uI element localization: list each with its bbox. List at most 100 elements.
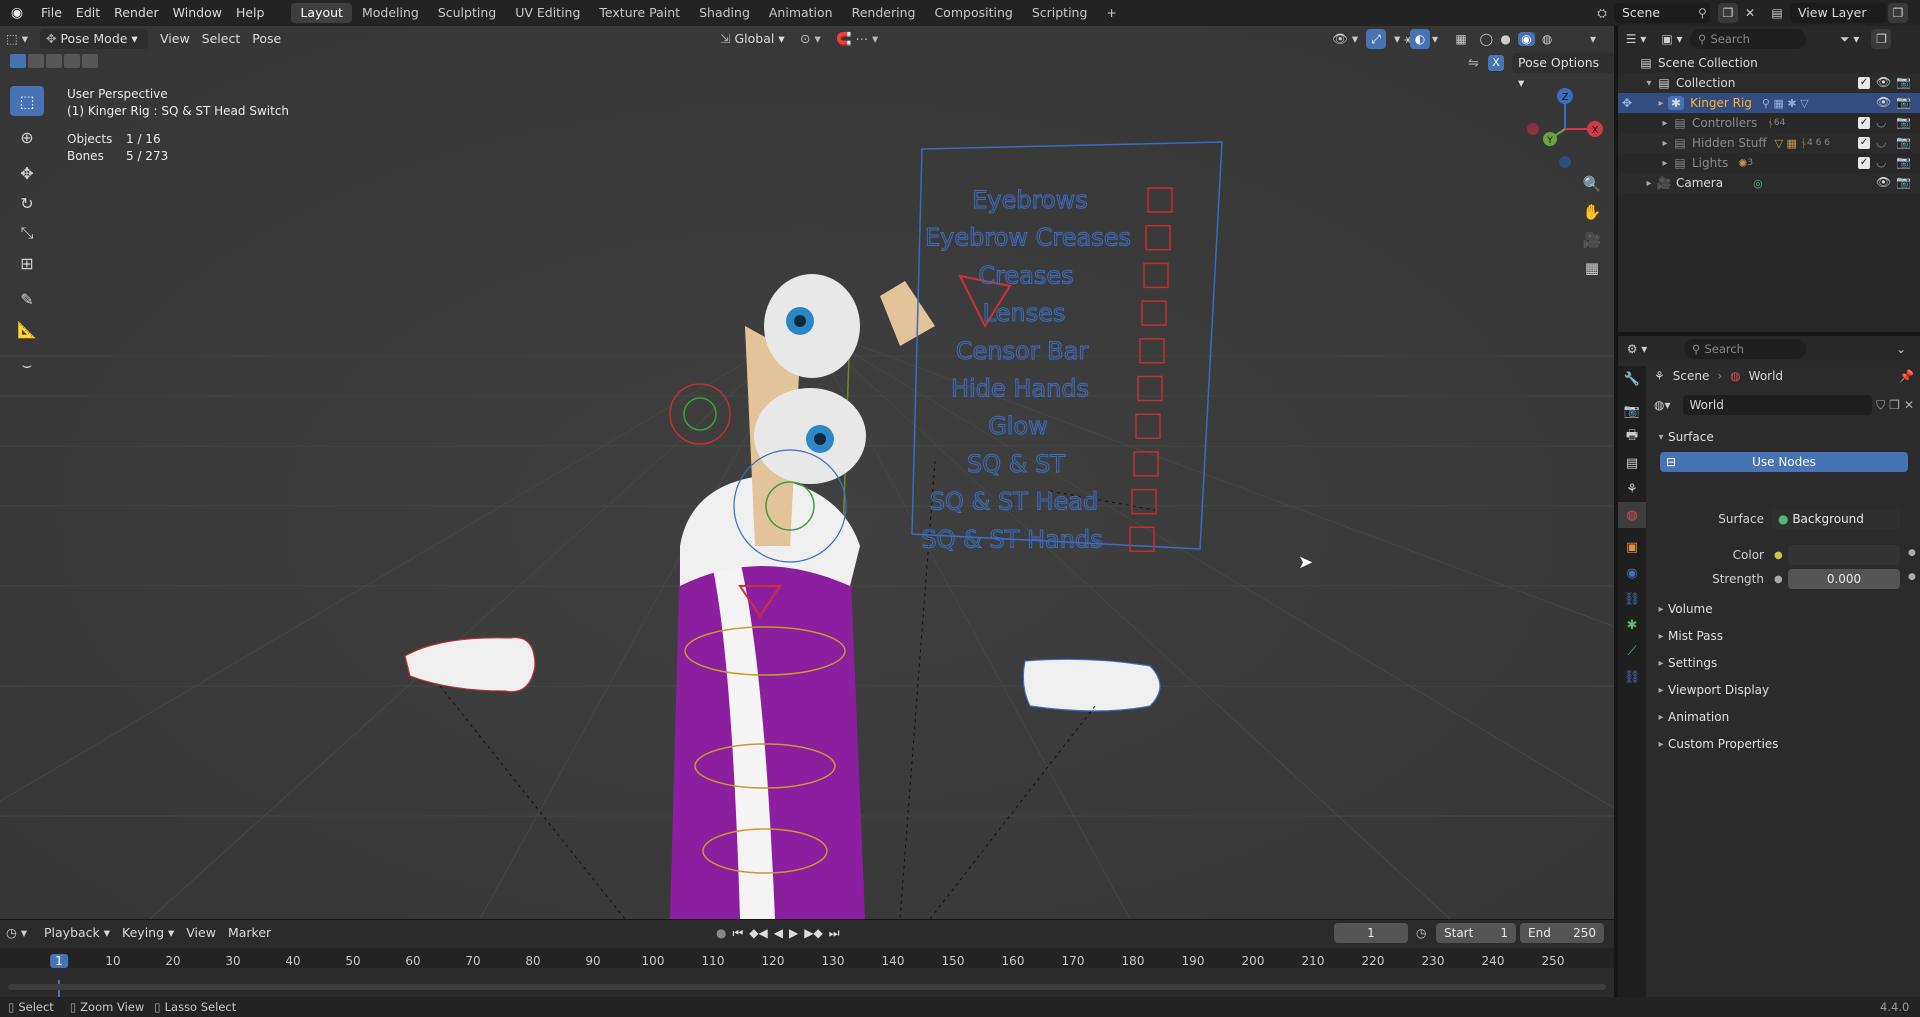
visibility-icon[interactable]: 👁 ▾	[1326, 29, 1364, 49]
new-collection-icon[interactable]: ❐	[1871, 29, 1892, 49]
zoom-icon[interactable]: 🔍	[1578, 170, 1606, 198]
camera-view-icon[interactable]: 🎥	[1578, 226, 1606, 254]
pose-options-dropdown[interactable]: Pose Options ▾	[1512, 53, 1614, 90]
area-divider-vertical[interactable]	[1614, 26, 1618, 997]
view-layer-selector[interactable]: View Layer	[1790, 3, 1886, 23]
kinger-rig-render-icon[interactable]: 📷	[1896, 95, 1911, 109]
tab-bone-constraints-icon[interactable]: ⛓	[1618, 664, 1646, 690]
transform-tool-icon[interactable]: ⊞	[10, 248, 44, 278]
panel-volume[interactable]: ▸ Volume	[1654, 598, 1910, 620]
select-invert-icon[interactable]	[64, 54, 80, 68]
properties-editor[interactable]: ⚙ ▾ ⚲ Search ⌄ 🔧 📷 🖶 ▤ ⚘ ◍ ▣ ◉ ⛓ ✱ ⟋ ⛓ ⚘…	[1618, 336, 1920, 997]
panel-animation[interactable]: ▸ Animation	[1654, 706, 1910, 728]
tab-layout[interactable]: Layout	[291, 3, 352, 23]
scene-selector[interactable]: Scene	[1614, 3, 1710, 23]
lights-visibility-icon[interactable]: ◡	[1876, 155, 1886, 169]
tab-object-icon[interactable]: ▣	[1618, 534, 1646, 560]
overlays-dropdown-icon[interactable]: ▾	[1432, 29, 1444, 49]
tab-compositing[interactable]: Compositing	[925, 3, 1021, 23]
controllers-render-icon[interactable]: 📷	[1896, 115, 1911, 129]
bone-relax-tool-icon[interactable]: ⌣	[10, 350, 44, 380]
new-view-layer-icon[interactable]: ❐	[1888, 3, 1908, 23]
collection-exclude-checkbox[interactable]: ✓	[1858, 77, 1870, 89]
tab-sculpting[interactable]: Sculpting	[429, 3, 505, 23]
tab-output-icon[interactable]: 🖶	[1618, 424, 1646, 450]
hidden-stuff-visibility-icon[interactable]: ◡	[1876, 135, 1886, 149]
controllers-visibility-icon[interactable]: ◡	[1876, 115, 1886, 129]
collection-chevron-icon[interactable]: ▾	[1642, 78, 1656, 89]
surface-shader-selector[interactable]: ● Background	[1772, 509, 1900, 529]
select-intersect-icon[interactable]	[82, 54, 98, 68]
kinger-rig-chevron-icon[interactable]: ▸	[1654, 98, 1668, 109]
menu-edit[interactable]: Edit	[69, 0, 107, 26]
lights-chevron-icon[interactable]: ▸	[1658, 158, 1672, 169]
editor-type-icon[interactable]: ⬚ ▾	[0, 29, 40, 49]
outliner-row-scene-collection[interactable]: ▤ Scene Collection	[1618, 53, 1920, 73]
outliner-row-controllers[interactable]: ▸ ▤ Controllers ᚾ 64 ✓ ◡ 📷	[1618, 113, 1920, 133]
measure-tool-icon[interactable]: 📐	[10, 314, 44, 344]
properties-editor-icon[interactable]: ⚙ ▾	[1618, 342, 1656, 356]
tab-modeling[interactable]: Modeling	[353, 3, 428, 23]
properties-search[interactable]: ⚲ Search	[1684, 339, 1806, 359]
panel-settings[interactable]: ▸ Settings	[1654, 652, 1910, 674]
display-mode-icon[interactable]: ▣ ▾	[1654, 32, 1690, 46]
new-world-icon[interactable]: ❐	[1889, 398, 1900, 412]
camera-render-icon[interactable]: 📷	[1896, 175, 1911, 189]
timeline[interactable]: ◷ ▾ Playback ▾ Keying ▾ View Marker ● ⏮ …	[0, 919, 1614, 998]
move-tool-icon[interactable]: ✥	[10, 158, 44, 188]
world-name-field[interactable]: World	[1683, 395, 1873, 415]
xray-icon[interactable]: ▦	[1450, 29, 1472, 49]
perspective-toggle-icon[interactable]: ▦	[1578, 254, 1606, 282]
menu-file[interactable]: File	[34, 0, 69, 26]
tab-texture-paint[interactable]: Texture Paint	[590, 3, 689, 23]
scale-tool-icon[interactable]: ⤡	[10, 218, 44, 248]
collection-visibility-icon[interactable]: 👁	[1876, 75, 1891, 89]
filter-icon[interactable]: ⏷ ▾	[1840, 32, 1859, 47]
cursor-tool-icon[interactable]: ⊕	[10, 122, 44, 152]
controllers-chevron-icon[interactable]: ▸	[1658, 118, 1672, 129]
tab-render-icon[interactable]: 📷	[1618, 398, 1646, 424]
strength-keyframe-icon[interactable]: ●	[1908, 572, 1916, 582]
tab-physics-icon[interactable]: ◉	[1618, 560, 1646, 586]
area-divider-horizontal[interactable]	[1618, 332, 1920, 336]
camera-chevron-icon[interactable]: ▸	[1642, 178, 1656, 189]
viewport-menu-pose[interactable]: Pose	[246, 29, 287, 49]
tab-animation[interactable]: Animation	[760, 3, 842, 23]
camera-visibility-icon[interactable]: 👁	[1876, 175, 1891, 189]
outliner-row-hidden-stuff[interactable]: ▸ ▤ Hidden Stuff ▽ ▦ ᚾ 4 6 6 ✓ ◡ 📷	[1618, 133, 1920, 153]
select-extend-icon[interactable]	[28, 54, 44, 68]
outliner-editor-icon[interactable]: ☰ ▾	[1618, 32, 1654, 46]
pin-properties-icon[interactable]: 📌	[1899, 369, 1914, 383]
mode-selector[interactable]: ✥ Pose Mode ▾	[40, 29, 148, 49]
solid-shading-icon[interactable]: ●	[1500, 32, 1510, 46]
x-mirror-toggle[interactable]: X	[1488, 55, 1504, 71]
gizmo-neg-z-icon[interactable]	[1559, 156, 1571, 168]
select-subtract-icon[interactable]	[46, 54, 62, 68]
gizmo-toggle-icon[interactable]: ⤢	[1366, 29, 1386, 49]
pivot-point-icon[interactable]: ⊙ ▾	[794, 29, 827, 49]
shading-dropdown-icon[interactable]: ▾	[1590, 29, 1602, 49]
lights-exclude-checkbox[interactable]: ✓	[1858, 157, 1870, 169]
gizmo-neg-x-icon[interactable]	[1527, 123, 1539, 135]
panel-surface[interactable]: ▾ Surface	[1654, 426, 1910, 448]
world-browse-icon[interactable]: ◍▾	[1654, 398, 1683, 412]
3d-viewport[interactable]: Eyebrows Eyebrow Creases Creases Lenses Cens…	[0, 26, 1614, 919]
tab-shading[interactable]: Shading	[690, 3, 759, 23]
panel-custom-properties[interactable]: ▸ Custom Properties	[1654, 733, 1910, 755]
pan-icon[interactable]: ✋	[1578, 198, 1606, 226]
outliner-row-lights[interactable]: ▸ ▤ Lights ✺ 3 ✓ ◡ 📷	[1618, 153, 1920, 173]
use-nodes-button[interactable]: ⊟ Use Nodes	[1660, 452, 1908, 472]
material-shading-icon[interactable]: ◉	[1518, 32, 1535, 46]
lights-render-icon[interactable]: 📷	[1896, 155, 1911, 169]
overlays-toggle-icon[interactable]: ◐	[1410, 29, 1430, 49]
fake-user-icon[interactable]: ⛉	[1876, 398, 1885, 413]
viewport-menu-view[interactable]: View	[154, 29, 196, 49]
panel-viewport-display[interactable]: ▸ Viewport Display	[1654, 679, 1910, 701]
tab-object-data-icon[interactable]: ✱	[1618, 612, 1646, 638]
tab-uv-editing[interactable]: UV Editing	[506, 3, 589, 23]
tab-rendering[interactable]: Rendering	[843, 3, 925, 23]
tab-view-layer-icon[interactable]: ▤	[1618, 450, 1646, 476]
panel-mist-pass[interactable]: ▸ Mist Pass	[1654, 625, 1910, 647]
select-box-tool-icon[interactable]: ⬚	[10, 86, 44, 116]
tab-bone-icon[interactable]: ⟋	[1618, 638, 1646, 664]
